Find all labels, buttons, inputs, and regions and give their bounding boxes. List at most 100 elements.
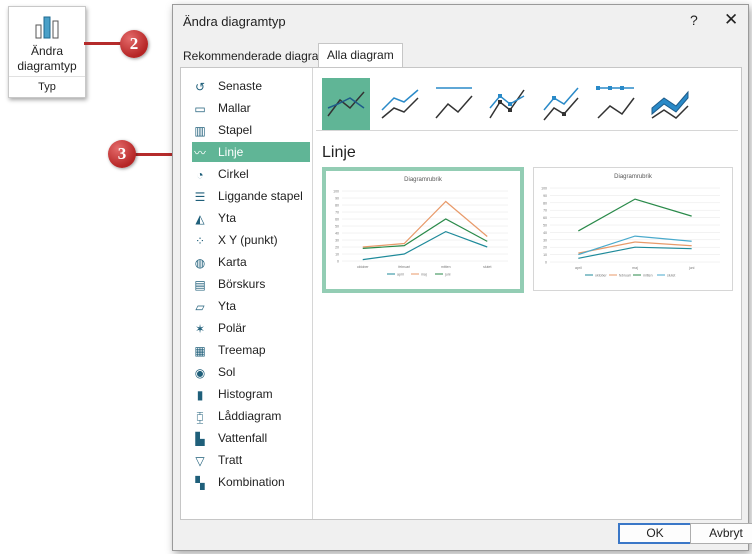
y-tick-label: 10 bbox=[543, 253, 547, 257]
recent-icon: ↺ bbox=[194, 79, 206, 94]
column-chart-icon: ▥ bbox=[194, 123, 206, 138]
percent-stacked-line-subtype-thumb[interactable] bbox=[430, 78, 478, 130]
sidebar-item-label: Cirkel bbox=[218, 167, 249, 181]
y-tick-label: 20 bbox=[335, 246, 339, 250]
sidebar-item-treemap[interactable]: ▦ Treemap bbox=[192, 340, 310, 360]
y-tick-label: 50 bbox=[543, 224, 547, 228]
chart-preview-2[interactable]: Diagramrubrik 0 10 20 30 40 50 60 70 80 90 100 apri… bbox=[533, 167, 733, 291]
sidebar-item-yta[interactable]: ▱ Yta bbox=[192, 296, 310, 316]
subtype-thumbnails bbox=[322, 78, 732, 134]
sidebar-item-label: Senaste bbox=[218, 79, 263, 93]
y-tick-label: 90 bbox=[335, 197, 339, 201]
legend-label: februari bbox=[619, 274, 631, 278]
sidebar-item-label: Yta bbox=[218, 211, 237, 225]
sidebar-item-liggande-stapel[interactable]: ☰ Liggande stapel bbox=[192, 186, 310, 206]
y-tick-label: 40 bbox=[543, 231, 547, 235]
y-tick-label: 80 bbox=[543, 201, 547, 205]
line-markers-subtype-thumb[interactable] bbox=[484, 78, 532, 130]
x-tick-label: april bbox=[575, 266, 582, 270]
y-tick-label: 30 bbox=[335, 239, 339, 243]
sunburst-icon: ◉ bbox=[194, 365, 206, 380]
stacked-line-markers-subtype-thumb[interactable] bbox=[538, 78, 586, 130]
treemap-icon: ▦ bbox=[194, 343, 206, 358]
sidebar-item-histogram[interactable]: ▮ Histogram bbox=[192, 384, 310, 404]
line-chart-icon: 〰 bbox=[193, 145, 206, 160]
x-tick-label: slutet bbox=[483, 265, 491, 269]
sidebar-item-polär[interactable]: ✶ Polär bbox=[192, 318, 310, 338]
sidebar-item-sol[interactable]: ◉ Sol bbox=[192, 362, 310, 382]
3d-line-subtype-thumb[interactable] bbox=[646, 78, 694, 130]
sidebar-item-yta[interactable]: ◭ Yta bbox=[192, 208, 310, 228]
sidebar-item-x-y-punkt-[interactable]: ⁘ X Y (punkt) bbox=[192, 230, 310, 250]
x-tick-label: februari bbox=[398, 265, 410, 269]
stacked-line-subtype-thumb[interactable] bbox=[376, 78, 424, 130]
sidebar-item-label: Börskurs bbox=[218, 277, 266, 291]
radar-chart-icon: ✶ bbox=[194, 321, 206, 336]
help-button[interactable]: ? bbox=[690, 12, 698, 28]
sidebar-item-senaste[interactable]: ↺ Senaste bbox=[192, 76, 310, 96]
sidebar-item-börskurs[interactable]: ▤ Börskurs bbox=[192, 274, 310, 294]
sidebar-item-tratt[interactable]: ▽ Tratt bbox=[192, 450, 310, 470]
callout-badge-2: 2 bbox=[120, 30, 148, 58]
y-tick-label: 80 bbox=[335, 204, 339, 208]
legend-label: mitten bbox=[643, 274, 653, 278]
close-icon[interactable]: ✕ bbox=[724, 10, 738, 30]
sidebar-item-cirkel[interactable]: ◔ Cirkel bbox=[192, 164, 310, 184]
y-tick-label: 90 bbox=[543, 194, 547, 198]
tab-recommended[interactable]: Rekommenderade diagram bbox=[183, 45, 328, 67]
y-tick-label: 40 bbox=[335, 232, 339, 236]
y-tick-label: 10 bbox=[335, 253, 339, 257]
sidebar-item-karta[interactable]: ◍ Karta bbox=[192, 252, 310, 272]
chart-preview-1[interactable]: Diagramrubrik 0 10 20 30 40 50 60 70 80 90 100 okto… bbox=[322, 167, 524, 293]
sidebar-item-label: Polär bbox=[218, 321, 247, 335]
y-tick-label: 60 bbox=[543, 216, 547, 220]
change-chart-type-button[interactable]: Ändra diagramtyp Typ bbox=[8, 6, 86, 98]
legend-label: oktober bbox=[595, 274, 608, 278]
surface-chart-icon: ▱ bbox=[195, 299, 205, 314]
ribbon-group-label: Typ bbox=[9, 76, 85, 93]
series-line-juni bbox=[362, 218, 488, 249]
y-tick-label: 20 bbox=[543, 246, 547, 250]
y-tick-label: 70 bbox=[335, 211, 339, 215]
sidebar-item-label: Stapel bbox=[218, 123, 253, 137]
legend-label: april bbox=[397, 273, 404, 277]
sidebar-item-vattenfall[interactable]: ▙ Vattenfall bbox=[192, 428, 310, 448]
sidebar-item-label: Kombination bbox=[218, 475, 285, 489]
chart-type-icon bbox=[35, 16, 59, 39]
pie-chart-icon: ◔ bbox=[196, 167, 204, 182]
y-tick-label: 100 bbox=[333, 190, 339, 194]
button-label-line1: Ändra bbox=[30, 44, 64, 58]
y-tick-label: 50 bbox=[335, 225, 339, 229]
x-tick-label: juni bbox=[688, 266, 695, 270]
ok-button[interactable]: OK bbox=[618, 523, 692, 544]
sidebar-item-stapel[interactable]: ▥ Stapel bbox=[192, 120, 310, 140]
sidebar-item-label: Yta bbox=[218, 299, 237, 313]
sidebar-item-mallar[interactable]: ▭ Mallar bbox=[192, 98, 310, 118]
y-tick-label: 100 bbox=[541, 187, 547, 191]
combo-chart-icon: ▚ bbox=[195, 475, 205, 490]
sidebar-item-label: X Y (punkt) bbox=[218, 233, 278, 247]
y-tick-label: 0 bbox=[545, 261, 547, 265]
stock-chart-icon: ▤ bbox=[194, 277, 206, 292]
callout-line-2 bbox=[84, 42, 124, 45]
preview-chart-1-svg: 0 10 20 30 40 50 60 70 80 90 100 oktober februari mit… bbox=[333, 190, 508, 277]
sidebar-item-linje[interactable]: 〰 Linje bbox=[192, 142, 310, 162]
section-title: Linje bbox=[322, 144, 356, 161]
percent-line-markers-subtype-thumb[interactable] bbox=[592, 78, 640, 130]
x-tick-label: oktober bbox=[357, 265, 370, 269]
callout-badge-3: 3 bbox=[108, 140, 136, 168]
tab-all-charts[interactable]: Alla diagram bbox=[318, 43, 403, 68]
legend-label: juni bbox=[444, 273, 451, 277]
chart-panel: ↺ Senaste ▭ Mallar ▥ Stapel 〰 Linje ◔ Cirkel ☰ Ligg… bbox=[180, 67, 742, 520]
sidebar-item-label: Treemap bbox=[218, 343, 266, 357]
x-tick-label: mitten bbox=[441, 265, 451, 269]
bar-chart-icon: ☰ bbox=[194, 189, 206, 204]
sidebar-item-label: Tratt bbox=[218, 453, 243, 467]
sidebar-item-kombination[interactable]: ▚ Kombination bbox=[192, 472, 310, 492]
line-subtype-thumb[interactable] bbox=[322, 78, 370, 130]
y-tick-label: 0 bbox=[337, 260, 339, 264]
preview-chart-2-svg: 0 10 20 30 40 50 60 70 80 90 100 april maj juni oktobe… bbox=[541, 187, 720, 278]
sidebar-item-låddiagram[interactable]: ⧮ Låddiagram bbox=[192, 406, 310, 426]
cancel-button[interactable]: Avbryt bbox=[690, 523, 752, 544]
legend-label: slutet bbox=[667, 274, 675, 278]
